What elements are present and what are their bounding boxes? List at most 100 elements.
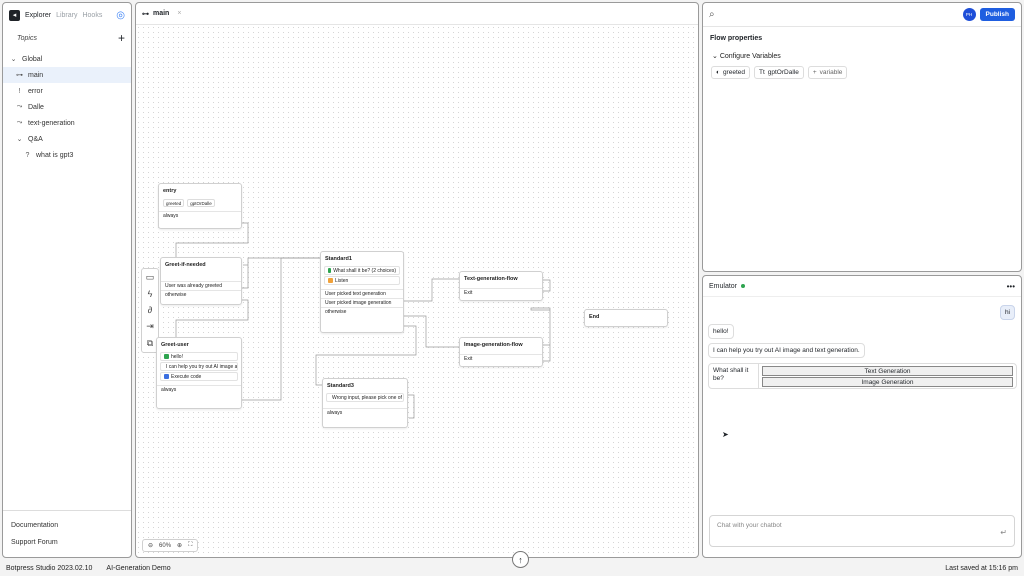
close-tab-icon[interactable]: ×: [177, 10, 181, 17]
tree-item-qa[interactable]: ⌄ Q&A: [3, 131, 131, 147]
variable-label: gptOrDalle: [767, 69, 799, 76]
emulator-title: Emulator: [709, 282, 738, 290]
user-message: hi: [999, 305, 1015, 320]
tree-item-label: Q&A: [28, 135, 43, 143]
node-standard1[interactable]: Standard1 What shall it be? (2 choices) …: [320, 251, 404, 333]
tree-item-error[interactable]: ! error: [3, 83, 131, 99]
configure-variables-label: Configure Variables: [719, 53, 781, 60]
emulator-panel: Emulator ••• hi hello! I can help you tr…: [702, 275, 1022, 558]
node-card[interactable]: Wrong input, please pick one of th...: [326, 393, 404, 402]
tree-item-global[interactable]: ⌄ Global: [3, 51, 131, 67]
tree-item-what-is-gpt3[interactable]: ? what is gpt3: [3, 147, 131, 163]
variable-chip: greeted: [163, 199, 185, 207]
node-greet-if-needed[interactable]: Greet-if-needed User was already greeted…: [160, 257, 242, 305]
node-transition[interactable]: Exit: [460, 288, 542, 297]
configure-variables-toggle[interactable]: ⌄ Configure Variables: [703, 48, 1021, 66]
search-icon: ⌕: [709, 9, 715, 20]
zoom-in-icon[interactable]: ⊕: [177, 542, 182, 549]
node-title: entry: [163, 188, 177, 194]
avatar[interactable]: PH: [962, 8, 976, 21]
node-title: Standard1: [325, 256, 352, 262]
documentation-link[interactable]: Documentation: [11, 517, 123, 534]
node-transition[interactable]: User was already greeted: [161, 281, 241, 290]
add-topic-button[interactable]: +: [118, 31, 125, 45]
node-title: Greet-user: [161, 342, 189, 348]
tree-item-text-generation[interactable]: ⤳ text-generation: [3, 115, 131, 131]
chevron-down-icon: ⌄: [10, 56, 17, 63]
tab-library[interactable]: Library: [56, 12, 77, 19]
fit-view-icon[interactable]: ⛶: [188, 542, 192, 549]
zoom-out-icon[interactable]: ⊖: [148, 542, 153, 549]
node-text-generation-flow[interactable]: Text-generation-flow Exit: [459, 271, 543, 301]
tab-main[interactable]: ⊶ main ×: [136, 3, 698, 25]
botpress-logo: ◂: [9, 9, 20, 21]
studio-version: Botpress Studio 2023.02.10: [6, 564, 93, 572]
node-title: Text-generation-flow: [464, 276, 518, 282]
chevron-down-icon: ⌄: [712, 53, 718, 60]
properties-panel: ⌕ PH Publish Flow properties ⌄ Configure…: [702, 2, 1022, 272]
exit-icon[interactable]: ⇥: [146, 321, 154, 332]
node-transition[interactable]: User picked image generation: [321, 298, 403, 307]
zoom-controls: ⊖ 60% ⊕ ⛶: [142, 539, 199, 552]
tree-item-main[interactable]: ⊶ main: [3, 67, 131, 83]
node-card[interactable]: What shall it be? (2 choices): [324, 266, 400, 275]
node-transition[interactable]: always: [159, 211, 241, 220]
node-transition[interactable]: User picked text generation: [321, 289, 403, 298]
variable-greeted[interactable]: ◐ greeted: [711, 66, 750, 79]
listen-icon[interactable]: ∂: [148, 305, 152, 315]
node-entry[interactable]: entry greeted gptOrDalle always: [158, 183, 242, 229]
node-card[interactable]: Listen: [324, 276, 400, 285]
lightning-icon[interactable]: ϟ: [148, 289, 153, 299]
plus-icon: +: [812, 69, 817, 76]
tree-item-label: Dalle: [28, 103, 44, 111]
last-saved: Last saved at 15:16 pm: [945, 564, 1018, 572]
code-card-icon: [164, 374, 169, 379]
chevron-down-icon: ⌄: [16, 136, 23, 143]
send-icon[interactable]: ↵: [1000, 528, 1007, 537]
node-end[interactable]: End: [584, 309, 668, 327]
node-transition[interactable]: Exit: [460, 354, 542, 363]
sidebar-footer: Documentation Support Forum: [3, 510, 131, 557]
node-standard3[interactable]: Standard3 Wrong input, please pick one o…: [322, 378, 408, 428]
node-title: Greet-if-needed: [165, 262, 206, 268]
choice-text-generation-button[interactable]: Text Generation: [762, 366, 1013, 376]
choice-image-generation-button[interactable]: Image Generation: [762, 377, 1013, 387]
node-image-generation-flow[interactable]: Image-generation-flow Exit: [459, 337, 543, 367]
more-options-icon[interactable]: •••: [1007, 282, 1015, 291]
flow-grid[interactable]: entry greeted gptOrDalle always Greet-if…: [136, 25, 698, 557]
comment-icon[interactable]: ⧉: [147, 338, 153, 349]
choice-message: What shall it be? Text Generation Image …: [708, 363, 1017, 389]
status-bar: Botpress Studio 2023.02.10 AI-Generation…: [0, 560, 1024, 576]
add-variable-button[interactable]: + variable: [807, 66, 848, 79]
node-transition[interactable]: always: [323, 408, 407, 417]
node-greet-user[interactable]: Greet-user hello! I can help you try out…: [156, 337, 242, 409]
message-icon[interactable]: ▭: [146, 272, 155, 283]
variable-gptordalle[interactable]: Tt gptOrDalle: [753, 66, 804, 79]
topics-label: Topics: [17, 34, 37, 42]
toggle-icon: ◐: [716, 69, 720, 76]
node-transition[interactable]: otherwise: [161, 290, 241, 299]
chat-input[interactable]: Chat with your chatbot: [709, 515, 1015, 547]
node-transition[interactable]: otherwise: [321, 307, 403, 316]
explorer-sidebar: ◂ Explorer Library Hooks ◎ Topics + ⌄ Gl…: [2, 2, 132, 558]
publish-button[interactable]: Publish: [979, 8, 1015, 21]
tree-item-label: error: [28, 87, 43, 95]
question-icon: ?: [25, 151, 30, 159]
tab-explorer[interactable]: Explorer: [25, 12, 51, 19]
node-card[interactable]: I can help you try out AI image and ...: [160, 362, 238, 371]
node-card[interactable]: Execute code: [160, 372, 238, 381]
tree-item-dalle[interactable]: ⤳ Dalle: [3, 99, 131, 115]
tab-hooks[interactable]: Hooks: [82, 12, 102, 19]
node-title: End: [589, 314, 600, 320]
node-transition[interactable]: always: [157, 385, 241, 394]
node-card[interactable]: hello!: [160, 352, 238, 361]
globe-icon[interactable]: ◎: [116, 10, 125, 21]
emulator-header: Emulator •••: [703, 276, 1021, 297]
variable-chip: gptOrDalle: [187, 199, 215, 207]
search-input[interactable]: [718, 11, 959, 18]
workflow-icon: ⤳: [16, 119, 23, 126]
tab-main-label: main: [153, 10, 170, 17]
topic-tree: ⌄ Global ⊶ main ! error ⤳ Dalle ⤳ text-g…: [3, 51, 131, 163]
support-forum-link[interactable]: Support Forum: [11, 534, 123, 551]
topics-header: Topics +: [3, 27, 131, 49]
